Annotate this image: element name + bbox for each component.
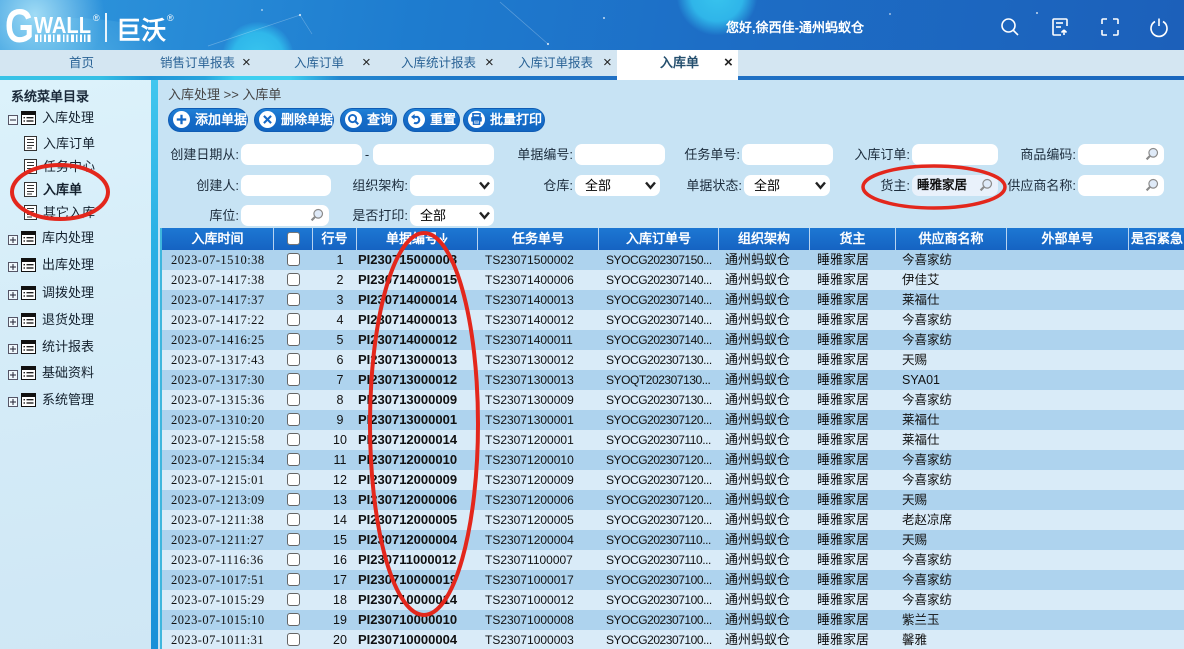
svg-text:®: ® — [93, 13, 100, 23]
svg-text:巨沃: 巨沃 — [116, 17, 166, 45]
svg-text:WALL: WALL — [34, 12, 91, 38]
svg-text:G: G — [5, 0, 34, 50]
svg-text:®: ® — [167, 13, 174, 23]
